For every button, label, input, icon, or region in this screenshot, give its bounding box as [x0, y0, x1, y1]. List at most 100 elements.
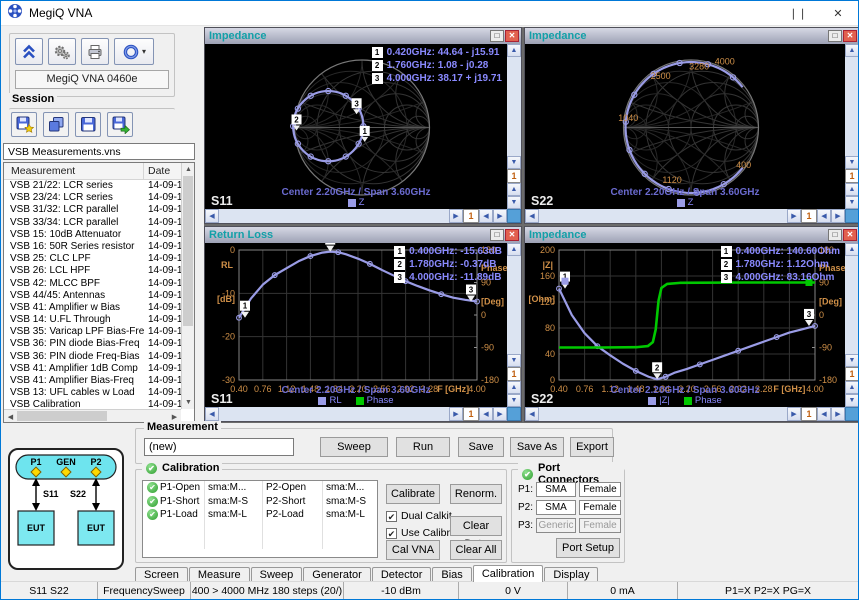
scroll-down-arrow-icon[interactable]: ▼ — [507, 394, 521, 407]
scroll-up-arrow-icon[interactable]: ▲ — [845, 183, 858, 196]
save-button[interactable]: Save — [458, 437, 504, 457]
renorm-button[interactable]: Renorm. — [450, 484, 502, 504]
scroll-up-arrow-icon[interactable]: ▲ — [507, 183, 521, 196]
maximize-button[interactable]: ❘❘ — [778, 1, 818, 25]
tab-bias[interactable]: Bias — [432, 567, 472, 582]
cal-vna-button[interactable]: Cal VNA — [386, 540, 440, 560]
measurement-list-row[interactable]: VSB 23/24: LCR series 14-09-1 — [4, 192, 181, 204]
measurement-list-row[interactable]: VSB 31/32: LCR parallel 14-09-1 — [4, 204, 181, 216]
port-gender-box[interactable]: Female — [579, 518, 622, 533]
chart-horizontal-scrollbar[interactable]: ◀ ▶ 1 ◀ ▶ — [525, 407, 858, 421]
scroll-right-arrow-icon[interactable]: ▶ — [493, 209, 507, 223]
calibration-row[interactable]: ✔ P1-Short sma:M-S P2-Short sma:M-S — [143, 494, 377, 508]
port-gender-box[interactable]: Female — [579, 500, 622, 515]
record-button[interactable]: ▾ — [114, 38, 154, 65]
close-button[interactable]: ✕ — [505, 30, 519, 42]
list-vertical-scrollbar[interactable]: ▲ ▼ — [181, 163, 194, 409]
measurement-list-row[interactable]: VSB 33/34: LCR parallel 14-09-1 — [4, 217, 181, 229]
scroll-right-arrow-icon[interactable]: ▶ — [449, 407, 463, 421]
tab-generator[interactable]: Generator — [303, 567, 371, 582]
chart-window-titlebar[interactable]: Impedance □ ✕ — [525, 28, 858, 44]
measurement-list-row[interactable]: VSB 36: PIN diode Freq-Bias 14-09-1 — [4, 351, 181, 363]
close-button[interactable]: ✕ — [843, 229, 857, 241]
measurement-list-row[interactable]: VSB 26: LCL HPF 14-09-1 — [4, 265, 181, 277]
measurement-list-row[interactable]: VSB 41: Amplifier 1dB Comp 14-09-1 — [4, 363, 181, 375]
scroll-down-arrow-icon[interactable]: ▼ — [845, 354, 858, 367]
measurement-list-row[interactable]: VSB 25: CLC LPF 14-09-1 — [4, 253, 181, 265]
chart-horizontal-scrollbar[interactable]: ◀ ▶ 1 ◀ ▶ — [205, 407, 521, 421]
port-type-box[interactable]: Generic — [536, 518, 577, 533]
export-button[interactable]: Export — [570, 437, 614, 457]
measurement-list-row[interactable]: VSB 14: U.FL Through 14-09-1 — [4, 314, 181, 326]
scroll-right-arrow-icon[interactable]: ▶ — [787, 407, 801, 421]
port-setup-button[interactable]: Port Setup — [556, 538, 620, 558]
scroll-right-arrow-icon[interactable]: ▶ — [831, 209, 845, 223]
close-button[interactable]: ✕ — [505, 229, 519, 241]
scrollbar-thumb[interactable] — [17, 411, 107, 421]
port-type-box[interactable]: SMA — [536, 500, 577, 515]
settings-button[interactable] — [48, 38, 76, 65]
scroll-up-arrow-icon[interactable]: ▲ — [507, 44, 521, 57]
chart-horizontal-scrollbar[interactable]: ◀ ▶ 1 ◀ ▶ — [205, 209, 521, 223]
scroll-right-arrow-icon[interactable]: ▶ — [831, 407, 845, 421]
trace-page-number[interactable]: 1 — [507, 169, 521, 183]
scroll-left-arrow-icon[interactable]: ◀ — [525, 407, 539, 421]
scroll-track[interactable] — [507, 57, 521, 156]
chart-window-titlebar[interactable]: Impedance □ ✕ — [205, 28, 521, 44]
calibration-row[interactable]: ✔ P1-Load sma:M-L P2-Load sma:M-L — [143, 508, 377, 522]
trace-page-number[interactable]: 1 — [507, 367, 521, 381]
measurement-list-row[interactable]: VSB 44/45: Antennas 14-09-1 — [4, 290, 181, 302]
port-gender-box[interactable]: Female — [579, 482, 622, 497]
sweep-button[interactable]: Sweep — [320, 437, 388, 457]
column-header-measurement[interactable]: Measurement — [4, 163, 144, 179]
scroll-down-arrow-icon[interactable]: ▼ — [507, 156, 521, 169]
scroll-track[interactable] — [539, 209, 787, 223]
chart-horizontal-scrollbar[interactable]: ◀ ▶ 1 ◀ ▶ — [525, 209, 858, 223]
scroll-left-arrow-icon[interactable]: ◀ — [205, 407, 219, 421]
measurement-list-row[interactable]: VSB 16: 50R Series resistor 14-09-1 — [4, 241, 181, 253]
scroll-left-arrow-icon[interactable]: ◀ — [479, 209, 493, 223]
tab-sweep[interactable]: Sweep — [250, 567, 303, 582]
scroll-track[interactable] — [539, 407, 787, 421]
checkbox-icon[interactable]: ✔ — [386, 527, 397, 539]
chart-vertical-scrollbar[interactable]: ▲ ▼ 1 ▲ ▼ — [845, 243, 858, 407]
tab-screen[interactable]: Screen — [135, 567, 188, 582]
scroll-left-arrow-icon[interactable]: ◀ — [817, 209, 831, 223]
trace-page-number[interactable]: 1 — [845, 367, 858, 381]
scrollbar-thumb[interactable] — [183, 176, 193, 326]
trace-page-number[interactable]: 1 — [845, 169, 858, 183]
maximize-button[interactable]: □ — [828, 30, 842, 42]
print-button[interactable] — [81, 38, 109, 65]
scroll-track[interactable] — [845, 57, 858, 156]
scroll-up-arrow-icon[interactable]: ▲ — [845, 381, 858, 394]
measurement-list-row[interactable]: VSB 21/22: LCR series 14-09-1 — [4, 180, 181, 192]
scroll-up-arrow-icon[interactable]: ▲ — [507, 243, 521, 256]
chart-window-titlebar[interactable]: Impedance □ ✕ — [525, 227, 858, 243]
trace-page-number[interactable]: 1 — [801, 209, 817, 223]
tab-display[interactable]: Display — [544, 567, 599, 582]
chart-window-titlebar[interactable]: Return Loss □ ✕ — [205, 227, 521, 243]
close-button[interactable]: ✕ — [818, 1, 858, 25]
scroll-up-arrow-icon[interactable]: ▲ — [507, 381, 521, 394]
measurement-list-header[interactable]: Measurement Date — [4, 163, 194, 180]
run-button[interactable]: Run — [396, 437, 450, 457]
measurement-list-row[interactable]: VSB 41: Amplifier Bias-Freq 14-09-1 — [4, 375, 181, 387]
clear-data-button[interactable]: Clear Data — [450, 516, 502, 550]
scroll-up-arrow-icon[interactable]: ▲ — [182, 163, 194, 176]
scroll-left-arrow-icon[interactable]: ◀ — [525, 209, 539, 223]
scroll-right-arrow-icon[interactable]: ▶ — [787, 209, 801, 223]
scroll-left-arrow-icon[interactable]: ◀ — [205, 209, 219, 223]
scroll-track[interactable] — [507, 256, 521, 354]
scroll-up-arrow-icon[interactable]: ▲ — [845, 44, 858, 57]
measurement-list-row[interactable]: VSB 13: UFL cables w Load 14-09-1 — [4, 387, 181, 399]
maximize-button[interactable]: □ — [828, 229, 842, 241]
scroll-down-arrow-icon[interactable]: ▼ — [845, 196, 858, 209]
new-session-button[interactable] — [11, 112, 37, 137]
scroll-track[interactable] — [219, 209, 449, 223]
scroll-down-arrow-icon[interactable]: ▼ — [845, 156, 858, 169]
scroll-left-arrow-icon[interactable]: ◀ — [479, 407, 493, 421]
calibrate-button[interactable]: Calibrate — [386, 484, 440, 504]
measurement-list-row[interactable]: VSB 36: PIN diode Bias-Freq 14-09-1 — [4, 338, 181, 350]
scroll-right-arrow-icon[interactable]: ▶ — [493, 407, 507, 421]
scroll-up-arrow-icon[interactable]: ▲ — [845, 243, 858, 256]
